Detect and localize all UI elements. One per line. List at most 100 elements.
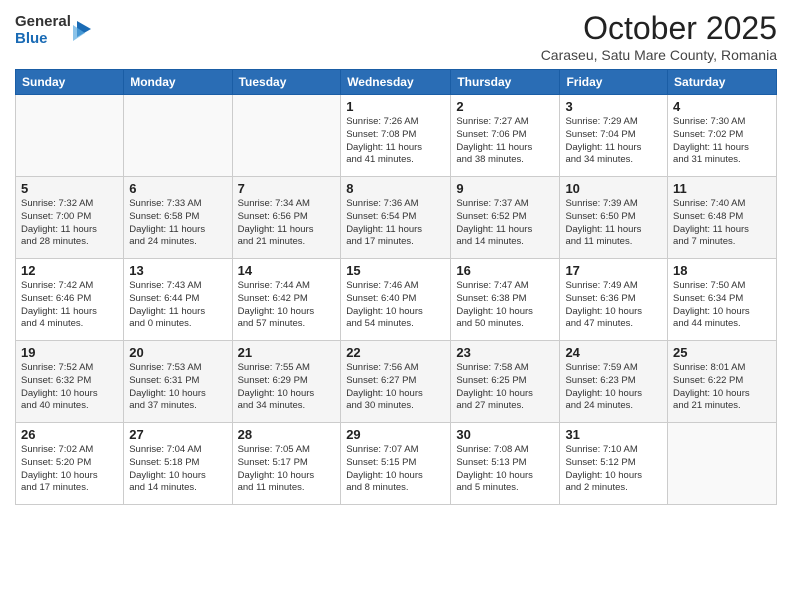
day-info: Sunrise: 7:29 AM Sunset: 7:04 PM Dayligh… [565,116,662,167]
logo-blue-text: Blue [15,31,71,48]
day-info: Sunrise: 7:30 AM Sunset: 7:02 PM Dayligh… [673,116,771,167]
calendar-cell: 24 Sunrise: 7:59 AM Sunset: 6:23 PM Dayli… [560,341,668,423]
calendar-cell: 28Sunrise: 7:05 AM Sunset: 5:17 PM Dayli… [232,423,341,505]
logo-general-text: General [15,14,71,31]
day-number: 31 [565,427,662,442]
day-number: 14 [238,263,336,278]
day-info: Sunrise: 7:10 AM Sunset: 5:12 PM Dayligh… [565,444,662,495]
calendar-cell: 23 Sunrise: 7:58 AM Sunset: 6:25 PM Dayli… [451,341,560,423]
day-number: 8 [346,181,445,196]
calendar-week-5: 26Sunrise: 7:02 AM Sunset: 5:20 PM Dayli… [16,423,777,505]
page-container: General Blue October 2025 Caraseu, Satu … [0,0,792,515]
calendar-cell: 3Sunrise: 7:29 AM Sunset: 7:04 PM Daylig… [560,95,668,177]
calendar-cell: 14 Sunrise: 7:44 AM Sunset: 6:42 PM Dayli… [232,259,341,341]
calendar-cell: 2 Sunrise: 7:27 AM Sunset: 7:06 PM Daylig… [451,95,560,177]
calendar-cell [232,95,341,177]
day-info: Sunrise: 7:27 AM Sunset: 7:06 PM Dayligh… [456,116,554,167]
calendar-cell: 15Sunrise: 7:46 AM Sunset: 6:40 PM Dayli… [341,259,451,341]
calendar-cell: 10 Sunrise: 7:39 AM Sunset: 6:50 PM Dayli… [560,177,668,259]
calendar-header-thursday: Thursday [451,70,560,95]
calendar-header-sunday: Sunday [16,70,124,95]
calendar-week-2: 5Sunrise: 7:32 AM Sunset: 7:00 PM Daylig… [16,177,777,259]
calendar-header-row: SundayMondayTuesdayWednesdayThursdayFrid… [16,70,777,95]
calendar-cell: 27 Sunrise: 7:04 AM Sunset: 5:18 PM Dayli… [124,423,232,505]
calendar-header-monday: Monday [124,70,232,95]
calendar-cell: 18 Sunrise: 7:50 AM Sunset: 6:34 PM Dayli… [668,259,777,341]
day-info: Sunrise: 7:08 AM Sunset: 5:13 PM Dayligh… [456,444,554,495]
day-number: 11 [673,181,771,196]
day-number: 17 [565,263,662,278]
day-info: Sunrise: 7:42 AM Sunset: 6:46 PM Dayligh… [21,280,118,331]
calendar-cell: 30 Sunrise: 7:08 AM Sunset: 5:13 PM Dayli… [451,423,560,505]
day-number: 25 [673,345,771,360]
header: General Blue October 2025 Caraseu, Satu … [15,10,777,63]
calendar-cell: 1 Sunrise: 7:26 AM Sunset: 7:08 PM Daylig… [341,95,451,177]
calendar-cell: 11 Sunrise: 7:40 AM Sunset: 6:48 PM Dayli… [668,177,777,259]
calendar-cell: 12 Sunrise: 7:42 AM Sunset: 6:46 PM Dayli… [16,259,124,341]
day-info: Sunrise: 7:39 AM Sunset: 6:50 PM Dayligh… [565,198,662,249]
day-info: Sunrise: 7:26 AM Sunset: 7:08 PM Dayligh… [346,116,445,167]
day-info: Sunrise: 7:56 AM Sunset: 6:27 PM Dayligh… [346,362,445,413]
day-info: Sunrise: 7:34 AM Sunset: 6:56 PM Dayligh… [238,198,336,249]
day-number: 7 [238,181,336,196]
day-number: 18 [673,263,771,278]
calendar-cell: 20Sunrise: 7:53 AM Sunset: 6:31 PM Dayli… [124,341,232,423]
day-info: Sunrise: 7:44 AM Sunset: 6:42 PM Dayligh… [238,280,336,331]
calendar-week-4: 19Sunrise: 7:52 AM Sunset: 6:32 PM Dayli… [16,341,777,423]
calendar-cell: 4 Sunrise: 7:30 AM Sunset: 7:02 PM Daylig… [668,95,777,177]
day-info: Sunrise: 8:01 AM Sunset: 6:22 PM Dayligh… [673,362,771,413]
calendar-cell: 22Sunrise: 7:56 AM Sunset: 6:27 PM Dayli… [341,341,451,423]
day-number: 29 [346,427,445,442]
day-info: Sunrise: 7:50 AM Sunset: 6:34 PM Dayligh… [673,280,771,331]
calendar-header-saturday: Saturday [668,70,777,95]
day-number: 30 [456,427,554,442]
day-info: Sunrise: 7:04 AM Sunset: 5:18 PM Dayligh… [129,444,226,495]
day-info: Sunrise: 7:58 AM Sunset: 6:25 PM Dayligh… [456,362,554,413]
day-number: 9 [456,181,554,196]
day-number: 13 [129,263,226,278]
calendar-cell [668,423,777,505]
day-number: 23 [456,345,554,360]
day-number: 2 [456,99,554,114]
calendar-week-3: 12 Sunrise: 7:42 AM Sunset: 6:46 PM Dayli… [16,259,777,341]
day-number: 12 [21,263,118,278]
day-number: 19 [21,345,118,360]
day-info: Sunrise: 7:53 AM Sunset: 6:31 PM Dayligh… [129,362,226,413]
calendar-cell: 25 Sunrise: 8:01 AM Sunset: 6:22 PM Dayli… [668,341,777,423]
calendar-header-friday: Friday [560,70,668,95]
day-info: Sunrise: 7:40 AM Sunset: 6:48 PM Dayligh… [673,198,771,249]
day-info: Sunrise: 7:32 AM Sunset: 7:00 PM Dayligh… [21,198,118,249]
day-number: 24 [565,345,662,360]
day-number: 4 [673,99,771,114]
calendar-cell: 29Sunrise: 7:07 AM Sunset: 5:15 PM Dayli… [341,423,451,505]
calendar-cell: 26Sunrise: 7:02 AM Sunset: 5:20 PM Dayli… [16,423,124,505]
day-number: 27 [129,427,226,442]
day-info: Sunrise: 7:49 AM Sunset: 6:36 PM Dayligh… [565,280,662,331]
day-info: Sunrise: 7:43 AM Sunset: 6:44 PM Dayligh… [129,280,226,331]
calendar-cell: 13 Sunrise: 7:43 AM Sunset: 6:44 PM Dayli… [124,259,232,341]
calendar-cell: 19Sunrise: 7:52 AM Sunset: 6:32 PM Dayli… [16,341,124,423]
calendar-cell: 5Sunrise: 7:32 AM Sunset: 7:00 PM Daylig… [16,177,124,259]
day-number: 6 [129,181,226,196]
day-info: Sunrise: 7:47 AM Sunset: 6:38 PM Dayligh… [456,280,554,331]
calendar-cell: 6 Sunrise: 7:33 AM Sunset: 6:58 PM Daylig… [124,177,232,259]
day-number: 26 [21,427,118,442]
logo: General Blue [15,14,93,47]
month-title: October 2025 [541,10,777,47]
day-info: Sunrise: 7:59 AM Sunset: 6:23 PM Dayligh… [565,362,662,413]
day-number: 1 [346,99,445,114]
calendar-cell: 17 Sunrise: 7:49 AM Sunset: 6:36 PM Dayli… [560,259,668,341]
calendar-cell [124,95,232,177]
day-info: Sunrise: 7:33 AM Sunset: 6:58 PM Dayligh… [129,198,226,249]
calendar-cell: 8Sunrise: 7:36 AM Sunset: 6:54 PM Daylig… [341,177,451,259]
day-info: Sunrise: 7:46 AM Sunset: 6:40 PM Dayligh… [346,280,445,331]
day-number: 10 [565,181,662,196]
calendar-week-1: 1 Sunrise: 7:26 AM Sunset: 7:08 PM Daylig… [16,95,777,177]
day-info: Sunrise: 7:37 AM Sunset: 6:52 PM Dayligh… [456,198,554,249]
calendar-cell: 31 Sunrise: 7:10 AM Sunset: 5:12 PM Dayli… [560,423,668,505]
day-info: Sunrise: 7:55 AM Sunset: 6:29 PM Dayligh… [238,362,336,413]
day-info: Sunrise: 7:05 AM Sunset: 5:17 PM Dayligh… [238,444,336,495]
location-title: Caraseu, Satu Mare County, Romania [541,47,777,63]
day-number: 21 [238,345,336,360]
calendar-cell: 9 Sunrise: 7:37 AM Sunset: 6:52 PM Daylig… [451,177,560,259]
